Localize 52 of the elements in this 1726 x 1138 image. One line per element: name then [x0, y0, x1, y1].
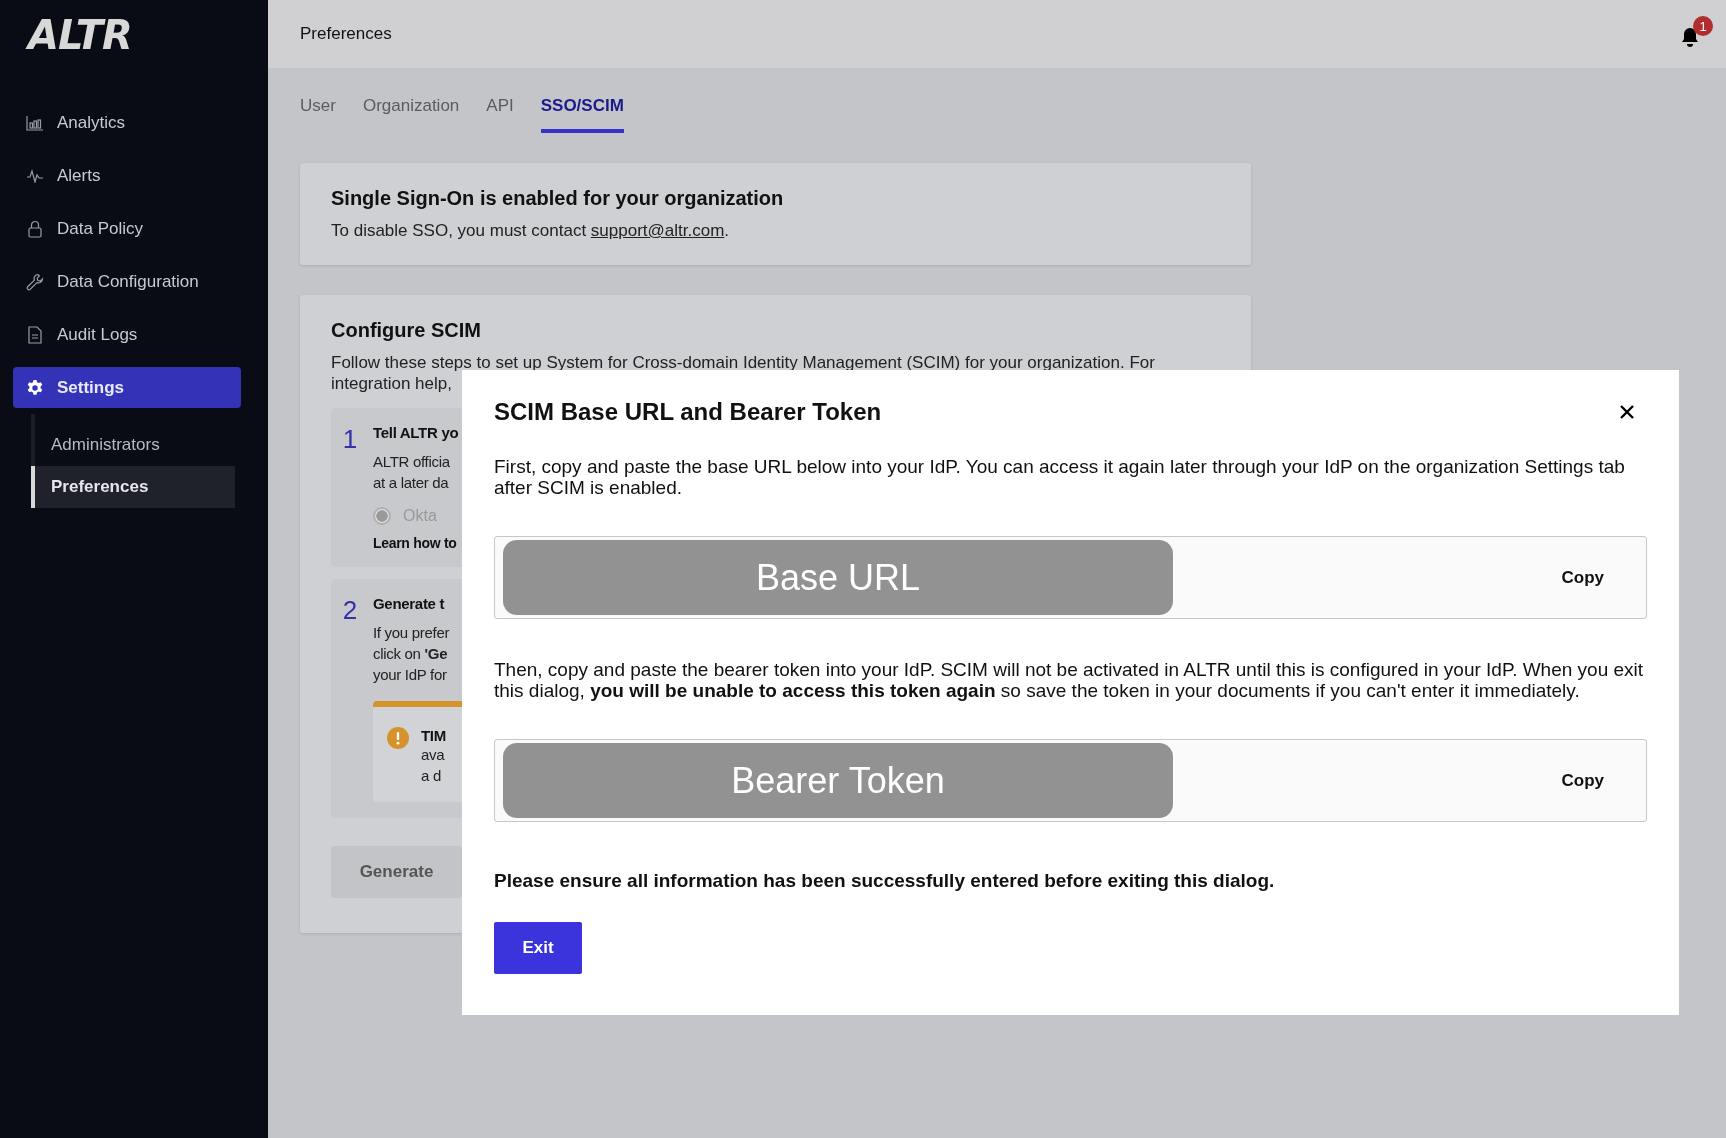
- dialog-title: SCIM Base URL and Bearer Token: [494, 398, 882, 426]
- nav-item[interactable]: Analytics: [13, 102, 241, 143]
- pulse-icon: [25, 168, 45, 183]
- dialog-text: First, copy and paste the base URL below into your IdP. You can access it again later through your IdP on the organization Settings tab after SCIM is enabled.: [494, 456, 1626, 498]
- nav-item[interactable]: Alerts: [13, 155, 241, 196]
- tab[interactable]: Organization: [362, 96, 460, 129]
- redacted-value: Base URL: [503, 540, 1173, 615]
- dialog-text: Then, copy and paste the bearer token into your IdP. SCIM will not be activated in ALTR until this is configured in your IdP. When you exit this dialog, you will be unable to access this token again so save the token in your documents if you can't enter it immediately.: [494, 659, 1645, 701]
- step-number: 1: [341, 424, 359, 456]
- document-icon: [25, 325, 45, 344]
- logo: ALTR: [0, 0, 268, 72]
- generate-button[interactable]: Generate: [331, 846, 462, 898]
- nav-item[interactable]: Data Policy: [13, 208, 241, 249]
- step-text: click on 'Ge: [373, 644, 448, 664]
- alert-title: TIM: [421, 727, 446, 744]
- wrench-icon: [25, 272, 45, 291]
- close-icon[interactable]: [1619, 404, 1635, 420]
- step-text: at a later da: [373, 473, 449, 493]
- step-number: 2: [341, 595, 359, 627]
- step-title: Generate t: [373, 595, 446, 612]
- step-title: Tell ALTR yo: [373, 424, 460, 441]
- sso-text: To disable SSO, you must contact support@altr.com.: [331, 220, 731, 241]
- dialog-note: Please ensure all information has been successfully entered before exiting this dialog.: [494, 870, 1276, 892]
- bar-chart-icon: [25, 114, 45, 131]
- gear-icon: [25, 378, 45, 397]
- step-text: ALTR officia: [373, 452, 450, 472]
- nav-subitem[interactable]: Administrators: [31, 424, 235, 466]
- card-title: Configure SCIM: [331, 319, 482, 342]
- intro-text: integration help,: [331, 373, 452, 394]
- copy-button[interactable]: Copy: [1553, 563, 1612, 592]
- step-text: If you prefer: [373, 623, 450, 643]
- step-text: your IdP for: [373, 665, 447, 685]
- support-email-link[interactable]: support@altr.com: [590, 221, 725, 240]
- tab[interactable]: API: [486, 96, 514, 129]
- page-title: Preferences: [300, 24, 392, 44]
- tab[interactable]: User: [300, 96, 336, 129]
- bell-icon[interactable]: [1680, 26, 1700, 48]
- alert-text: ava: [421, 745, 445, 765]
- redacted-value: Bearer Token: [503, 743, 1173, 818]
- copy-button[interactable]: Copy: [1553, 766, 1612, 795]
- nav-item[interactable]: Audit Logs: [13, 314, 241, 355]
- intro-text: Follow these steps to set up System for Cross-domain Identity Management (SCIM) for your organization. For: [331, 352, 1155, 373]
- notification-badge: 1: [1693, 16, 1713, 36]
- tab[interactable]: SSO/SCIM: [540, 96, 624, 133]
- nav-item[interactable]: Data Configuration: [13, 261, 241, 302]
- exit-button[interactable]: Exit: [494, 922, 582, 974]
- card-title: Single Sign-On is enabled for your organization: [331, 187, 785, 210]
- lock-icon: [25, 219, 45, 238]
- warning-icon: [387, 727, 409, 749]
- nav-item[interactable]: Settings: [13, 367, 241, 408]
- alert-text: a d: [421, 766, 441, 786]
- nav-subitem[interactable]: Preferences: [31, 466, 235, 508]
